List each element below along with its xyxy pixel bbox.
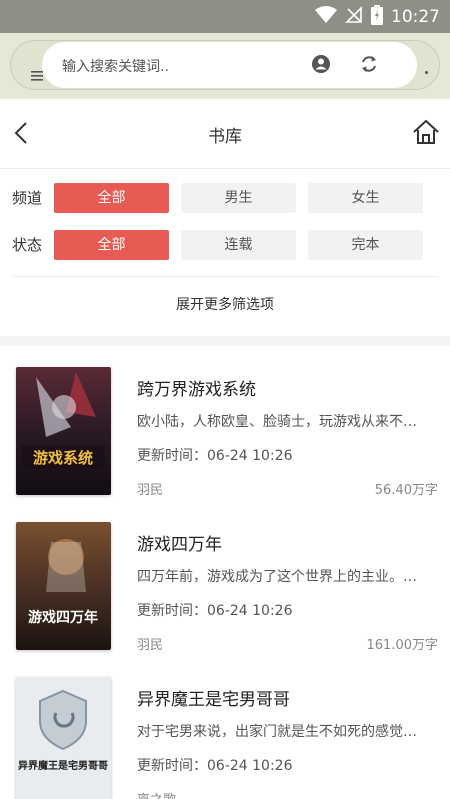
chip-status-completed[interactable]: 完本 bbox=[308, 230, 423, 260]
chip-channel-male[interactable]: 男生 bbox=[181, 183, 296, 213]
book-item[interactable]: 异界魔王是宅男哥哥 异界魔王是宅男哥哥 对于宅男来说，出家门就是生不如死的感觉…… bbox=[0, 677, 450, 799]
chip-status-serializing[interactable]: 连载 bbox=[181, 230, 296, 260]
book-cover[interactable]: 异界魔王是宅男哥哥 bbox=[16, 677, 111, 799]
book-desc: 欧小陆，人称欧皇、脸骑士，玩游戏从来不… bbox=[137, 414, 417, 430]
section-divider bbox=[0, 336, 450, 346]
book-title[interactable]: 异界魔王是宅男哥哥 bbox=[137, 685, 290, 710]
book-desc: 对于宅男来说，出家门就是生不如死的感觉… bbox=[137, 724, 417, 740]
wifi-icon bbox=[315, 6, 337, 28]
expand-filters-button[interactable]: 展开更多筛选项 bbox=[0, 294, 450, 314]
book-update-time: 更新时间：06-24 10:26 bbox=[137, 603, 293, 619]
filter-panel: 频道 全部 男生 女生 状态 全部 连载 完本 展开更多筛选项 bbox=[0, 170, 450, 338]
page-header: 书库 bbox=[0, 99, 450, 169]
status-icons: 10:27 bbox=[315, 5, 440, 29]
book-word-count: 56.40万字 bbox=[374, 483, 438, 498]
browser-bar: 输入搜索关键词.. bbox=[0, 33, 450, 99]
more-icon[interactable] bbox=[425, 71, 428, 74]
menu-icon[interactable] bbox=[31, 66, 43, 85]
book-author: 羽民 bbox=[137, 638, 164, 653]
book-title[interactable]: 跨万界游戏系统 bbox=[137, 375, 256, 400]
book-author: 羽民 bbox=[137, 483, 164, 498]
book-item[interactable]: 游戏四万年 游戏四万年 四万年前，游戏成为了这个世界上的主业。… 更新时间：06… bbox=[0, 522, 450, 677]
cover-title-text: 异界魔王是宅男哥哥 bbox=[18, 759, 108, 772]
chip-channel-female[interactable]: 女生 bbox=[308, 183, 423, 213]
signal-icon bbox=[345, 6, 363, 28]
filter-row-status: 状态 全部 连载 完本 bbox=[0, 227, 450, 261]
chip-status-all[interactable]: 全部 bbox=[54, 230, 169, 260]
book-word-count: 161.00万字 bbox=[366, 638, 439, 653]
book-title[interactable]: 游戏四万年 bbox=[137, 530, 222, 555]
filter-row-channel: 频道 全部 男生 女生 bbox=[0, 180, 450, 214]
chip-channel-all[interactable]: 全部 bbox=[54, 183, 169, 213]
battery-icon bbox=[371, 5, 383, 29]
divider bbox=[12, 276, 438, 277]
book-cover[interactable]: 游戏四万年 bbox=[16, 522, 111, 650]
user-icon[interactable] bbox=[311, 54, 331, 78]
filter-label-status: 状态 bbox=[12, 236, 43, 254]
search-placeholder: 输入搜索关键词.. bbox=[62, 59, 169, 75]
page-title: 书库 bbox=[208, 127, 242, 147]
home-icon[interactable] bbox=[412, 119, 440, 149]
book-update-time: 更新时间：06-24 10:26 bbox=[137, 758, 293, 774]
status-time: 10:27 bbox=[391, 7, 440, 27]
cover-title-text: 游戏系统 bbox=[33, 449, 93, 467]
book-cover[interactable]: 游戏系统 bbox=[16, 367, 111, 495]
search-input[interactable]: 输入搜索关键词.. bbox=[42, 42, 417, 88]
book-update-time: 更新时间：06-24 10:26 bbox=[137, 448, 293, 464]
status-bar: 10:27 bbox=[0, 0, 450, 33]
filter-label-channel: 频道 bbox=[12, 189, 43, 207]
book-desc: 四万年前，游戏成为了这个世界上的主业。… bbox=[137, 569, 417, 585]
book-author: 离之歌 bbox=[137, 789, 176, 799]
book-item[interactable]: 游戏系统 跨万界游戏系统 欧小陆，人称欧皇、脸骑士，玩游戏从来不… 更新时间：0… bbox=[0, 367, 450, 522]
refresh-icon[interactable] bbox=[359, 53, 379, 79]
cover-title-text: 游戏四万年 bbox=[28, 609, 98, 626]
